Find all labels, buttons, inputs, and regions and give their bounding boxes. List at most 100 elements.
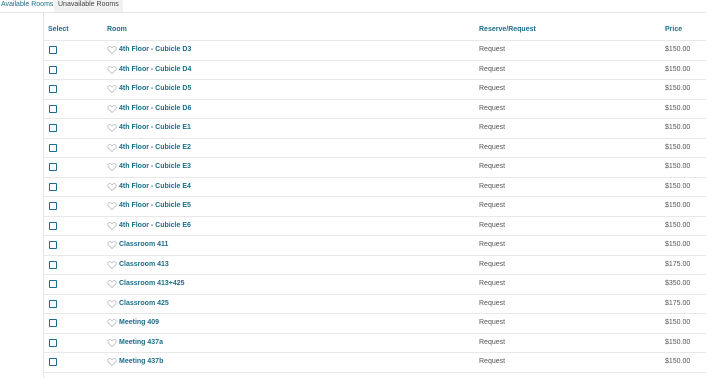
tab-unavailable-rooms[interactable]: Unavailable Rooms [54,0,123,12]
heart-icon[interactable] [107,240,117,250]
reserve-status: Request [479,65,506,73]
select-checkbox[interactable] [49,85,57,93]
room-name-link[interactable]: 4th Floor - Cubicle E6 [119,222,191,229]
table-row: Classroom 425 Request $175.00 [43,295,706,314]
room-name-link[interactable]: Meeting 409 [119,319,159,326]
room-name-link[interactable]: 4th Floor - Cubicle E1 [119,124,191,131]
room-price: $175.00 [665,299,691,307]
select-checkbox[interactable] [49,163,57,171]
reserve-status: Request [479,319,506,326]
heart-icon[interactable] [107,162,117,172]
reserve-status: Request [479,221,506,229]
room-name-link[interactable]: Meeting 437b [119,358,163,365]
room-name-link[interactable]: Classroom 413+425 [119,280,185,287]
table-row: 4th Floor - Cubicle E1 Request $150.00 [43,119,706,139]
select-checkbox[interactable] [49,280,57,288]
select-checkbox[interactable] [49,338,57,347]
room-table-body: 4th Floor - Cubicle D3 Request $150.00 4th … [43,41,706,373]
table-header: Select Room Reserve/Request Price [43,21,706,40]
room-price: $150.00 [665,124,691,131]
reserve-status: Request [479,163,506,170]
room-price: $150.00 [665,143,691,151]
select-checkbox[interactable] [49,241,57,249]
room-price: $150.00 [665,85,691,92]
column-header-reserve[interactable]: Reserve/Request [479,26,536,33]
select-checkbox[interactable] [49,46,57,54]
heart-icon[interactable] [107,104,117,114]
reserve-status: Request [479,299,506,307]
room-price: $150.00 [665,65,691,73]
select-checkbox[interactable] [49,358,57,366]
table-row: Meeting 409 Request $150.00 [43,314,706,334]
room-price: $150.00 [665,202,691,209]
room-price: $150.00 [665,241,691,248]
reserve-status: Request [479,202,506,209]
table-row: Meeting 437a Request $150.00 [43,334,706,353]
room-name-link[interactable]: Classroom 413 [119,261,169,268]
room-price: $175.00 [665,260,691,268]
room-name-link[interactable]: 4th Floor - Cubicle E3 [119,163,191,170]
select-checkbox[interactable] [49,260,57,269]
room-name-link[interactable]: 4th Floor - Cubicle D6 [119,105,191,112]
heart-icon[interactable] [107,279,117,289]
heart-icon[interactable] [107,143,117,153]
room-name-link[interactable]: 4th Floor - Cubicle D3 [119,46,191,53]
room-name-link[interactable]: 4th Floor - Cubicle D4 [119,66,191,73]
heart-icon[interactable] [107,338,117,348]
heart-icon[interactable] [107,318,117,328]
reserve-status: Request [479,338,506,346]
table-row: Meeting 437b Request $150.00 [43,353,706,373]
table-row: 4th Floor - Cubicle E6 Request $150.00 [43,217,706,236]
select-checkbox[interactable] [49,143,57,152]
heart-icon[interactable] [107,221,117,231]
table-row: Classroom 413 Request $175.00 [43,256,706,275]
select-checkbox[interactable] [49,104,57,113]
tab-bar: Available Rooms Unavailable Rooms [0,0,706,13]
select-checkbox[interactable] [49,319,57,327]
table-row: 4th Floor - Cubicle E3 Request $150.00 [43,158,706,178]
table-row: 4th Floor - Cubicle E5 Request $150.00 [43,197,706,217]
select-checkbox[interactable] [49,221,57,230]
room-price: $150.00 [665,104,691,112]
reserve-status: Request [479,124,506,131]
reserve-status: Request [479,358,506,365]
room-price: $150.00 [665,338,691,346]
room-name-link[interactable]: Classroom 411 [119,241,168,248]
heart-icon[interactable] [107,299,117,309]
heart-icon[interactable] [107,182,117,192]
heart-icon[interactable] [107,65,117,75]
select-checkbox[interactable] [49,124,57,132]
select-checkbox[interactable] [49,202,57,210]
heart-icon[interactable] [107,357,117,367]
room-name-link[interactable]: 4th Floor - Cubicle D5 [119,85,191,92]
heart-icon[interactable] [107,260,117,270]
table-row: 4th Floor - Cubicle E4 Request $150.00 [43,178,706,197]
column-header-room[interactable]: Room [107,26,127,33]
room-name-link[interactable]: 4th Floor - Cubicle E2 [119,144,191,151]
room-price: $150.00 [665,358,691,365]
select-checkbox[interactable] [49,299,57,308]
room-price: $150.00 [665,319,691,326]
room-name-link[interactable]: Meeting 437a [119,339,163,346]
column-header-price[interactable]: Price [665,26,682,33]
select-checkbox[interactable] [49,182,57,191]
heart-icon[interactable] [107,201,117,211]
table-row: Classroom 413+425 Request $350.00 [43,275,706,295]
room-name-link[interactable]: Classroom 425 [119,300,169,307]
heart-icon[interactable] [107,123,117,133]
select-checkbox[interactable] [49,65,57,74]
table-row: Classroom 411 Request $150.00 [43,236,706,256]
heart-icon[interactable] [107,84,117,94]
table-row: 4th Floor - Cubicle D6 Request $150.00 [43,100,706,119]
reserve-status: Request [479,280,506,287]
room-name-link[interactable]: 4th Floor - Cubicle E4 [119,183,191,190]
table-row: 4th Floor - Cubicle D5 Request $150.00 [43,80,706,100]
reserve-status: Request [479,85,506,92]
column-header-select: Select [48,26,69,33]
room-price: $150.00 [665,46,691,53]
reserve-status: Request [479,182,506,190]
heart-icon[interactable] [107,45,117,55]
room-name-link[interactable]: 4th Floor - Cubicle E5 [119,202,191,209]
table-row: 4th Floor - Cubicle D4 Request $150.00 [43,61,706,80]
room-price: $150.00 [665,163,691,170]
